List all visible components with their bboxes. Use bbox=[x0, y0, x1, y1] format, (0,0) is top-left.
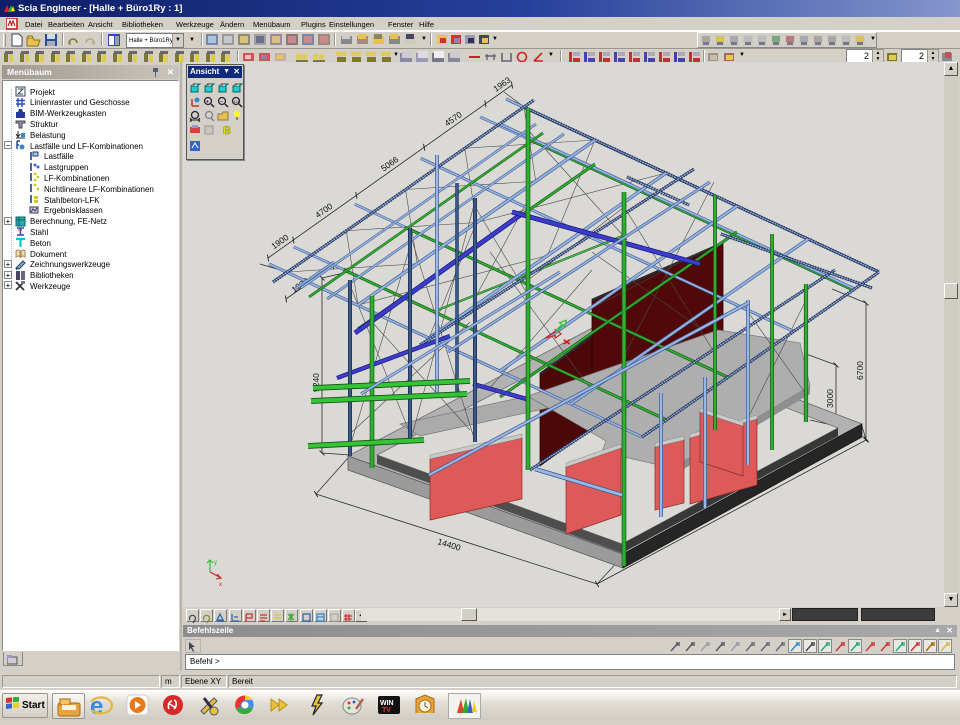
svg-text:4570: 4570 bbox=[443, 109, 464, 128]
svg-text:1900: 1900 bbox=[269, 232, 290, 251]
svg-text:6700: 6700 bbox=[855, 361, 865, 380]
svg-text:B: B bbox=[223, 125, 231, 136]
svg-text:3000: 3000 bbox=[825, 389, 835, 408]
svg-text:14400: 14400 bbox=[436, 536, 462, 553]
svg-text:−: − bbox=[220, 100, 224, 106]
svg-text:5066: 5066 bbox=[379, 154, 400, 173]
svg-text:x: x bbox=[219, 582, 222, 588]
svg-text:4700: 4700 bbox=[313, 201, 334, 220]
svg-text:WIN: WIN bbox=[380, 700, 394, 707]
svg-text:+: + bbox=[206, 100, 210, 106]
svg-text:TV: TV bbox=[382, 707, 391, 714]
svg-text:▭: ▭ bbox=[234, 100, 240, 106]
svg-text:y: y bbox=[214, 560, 217, 566]
svg-text:1963: 1963 bbox=[491, 75, 512, 94]
